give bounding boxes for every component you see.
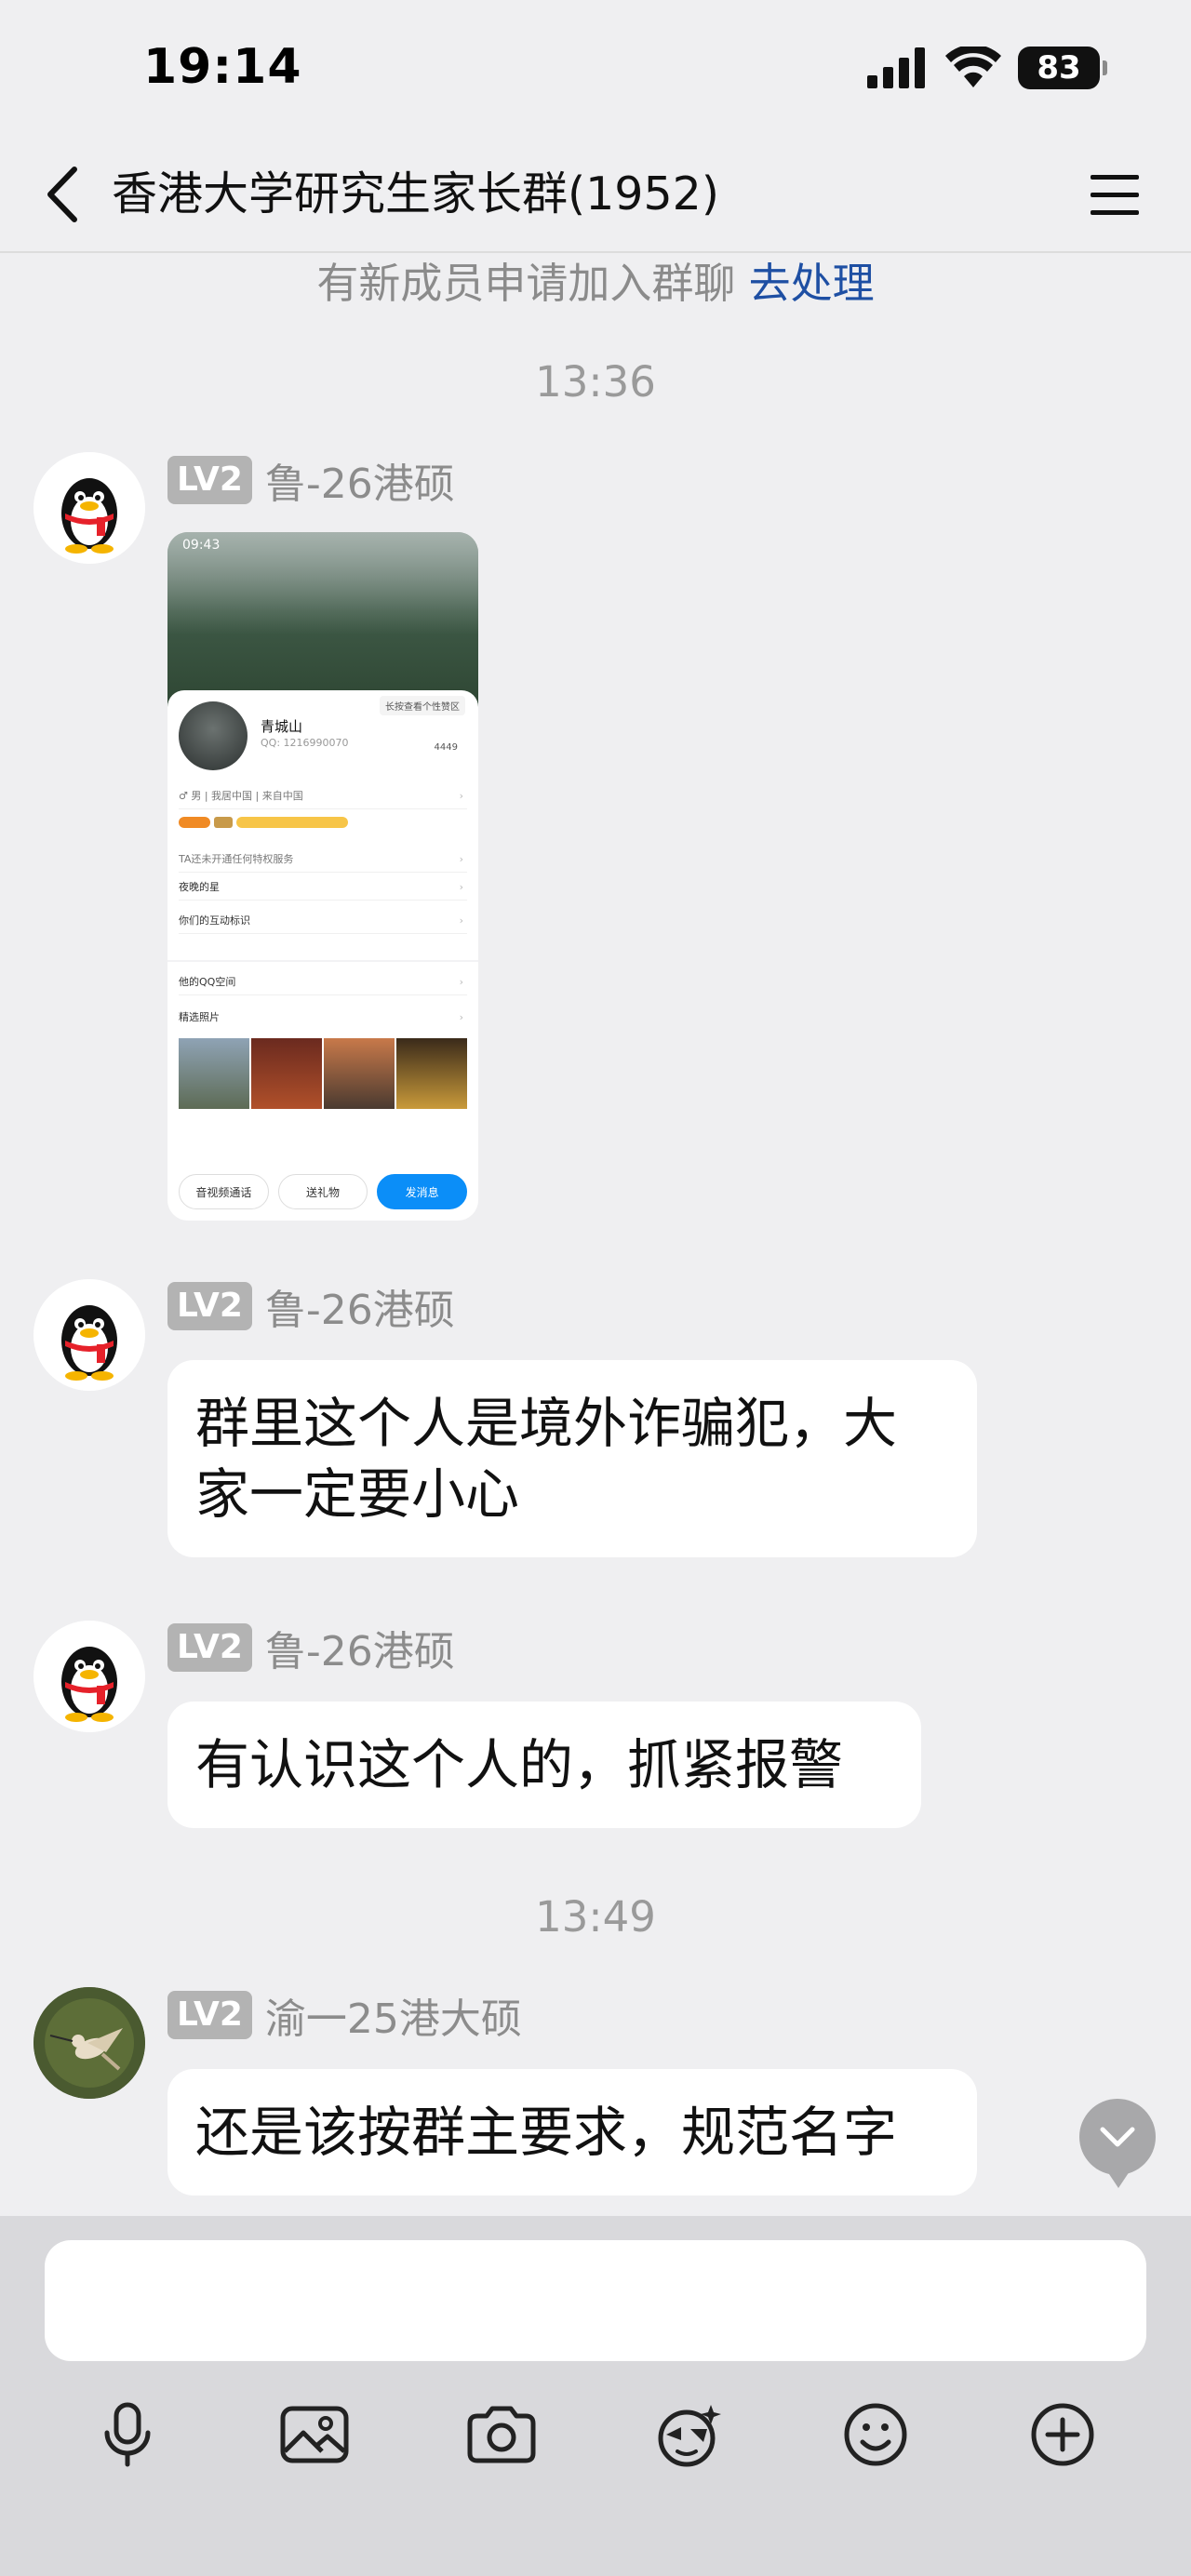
hummingbird-avatar-icon [33,1987,145,2099]
qq-penguin-avatar-icon [33,1279,145,1391]
screenshot-profile-name: 青城山 [261,718,303,735]
screenshot-row: 他的QQ空间 [179,969,467,995]
sender-name[interactable]: 渝一25港大硕 [265,1985,522,2045]
hamburger-menu-icon [1091,175,1139,215]
emoji-icon [844,2403,907,2466]
screenshot-badges [179,817,348,828]
screenshot-qq-number: QQ: 1216990070 [261,737,349,749]
screenshot-row: 夜晚的星 [179,874,467,901]
status-icons: 83 [867,47,1107,89]
screenshot-row: ♂ 男 | 我居中国 | 来自中国 [179,783,467,809]
level-badge: LV2 [167,1991,252,2039]
level-badge: LV2 [167,1623,252,1672]
sender-name[interactable]: 鲁-26港硕 [265,1618,455,1677]
message-bubble[interactable]: 有认识这个人的，抓紧报警 [167,1702,921,1828]
level-badge: LV2 [167,456,252,504]
status-time: 19:14 [143,39,302,95]
screenshot-hint: 长按查看个性赞区 [380,696,465,715]
wifi-icon [945,47,1001,87]
shared-screenshot-image[interactable]: 09:43 青城山 QQ: 1216990070 长按查看个性赞区 4449 ♂… [167,532,478,1221]
qq-penguin-avatar-icon [33,1621,145,1732]
plus-icon [1031,2403,1094,2466]
handle-request-link[interactable]: 去处理 [749,259,875,308]
input-toolbar [0,2393,1191,2495]
nav-bar: 香港大学研究生家长群(1952) [0,140,1191,253]
screenshot-avatar [179,701,248,770]
message-bubble[interactable]: 群里这个人是境外诈骗犯，大 家一定要小心 [167,1360,977,1557]
emoji-button[interactable] [834,2393,917,2476]
message-text-line: 家一定要小心 [195,1462,520,1526]
message-text: 还是该按群主要求，规范名字 [195,2101,898,2164]
chat-area[interactable]: 有新成员申请加入群聊 去处理 13:36 LV2 鲁-26港硕 09:43 青城… [0,253,1191,2216]
qq-penguin-avatar-icon [33,452,145,564]
level-badge: LV2 [167,1282,252,1330]
screenshot-row: TA还未开通任何特权服务 [179,847,467,873]
screenshot-photo-strip [179,1038,467,1109]
avatar[interactable] [33,1987,145,2099]
sender-name[interactable]: 鲁-26港硕 [265,1276,455,1336]
chevron-left-icon [47,167,77,222]
screenshot-row: 精选照片 [179,1005,467,1031]
avatar[interactable] [33,1279,145,1391]
time-separator: 13:36 [535,357,656,407]
message-text-line: 群里这个人是境外诈骗犯，大 [195,1392,898,1455]
image-button[interactable] [273,2393,356,2476]
microphone-icon [104,2402,151,2467]
screenshot-call-button: 音视频通话 [179,1174,269,1209]
sticker-icon [658,2405,721,2467]
chevron-down-icon [1100,2127,1135,2147]
status-bar: 19:14 83 [0,0,1191,140]
sender-line: LV2 鲁-26港硕 [167,1622,455,1675]
message-bubble[interactable]: 还是该按群主要求，规范名字 [167,2069,977,2196]
screenshot-profile-card: 青城山 QQ: 1216990070 长按查看个性赞区 4449 ♂ 男 | 我… [167,690,478,960]
avatar[interactable] [33,452,145,564]
message-text: 有认识这个人的，抓紧报警 [195,1733,844,1796]
message-input[interactable] [45,2240,1146,2361]
back-button[interactable] [33,162,89,227]
screenshot-gift-button: 送礼物 [277,1174,368,1209]
image-icon [280,2406,349,2463]
scroll-to-bottom-button[interactable] [1079,2099,1156,2188]
screenshot-row: 你们的互动标识 [179,908,467,934]
sender-line: LV2 鲁-26港硕 [167,454,455,508]
sender-line: LV2 渝一25港大硕 [167,1989,522,2043]
signal-icon [867,47,925,88]
time-separator: 13:49 [535,1892,656,1942]
screenshot-buttons: 音视频通话 送礼物 发消息 [179,1174,468,1209]
camera-button[interactable] [460,2393,543,2476]
join-request-text: 有新成员申请加入群聊 [316,259,736,308]
camera-icon [467,2406,536,2463]
sender-name[interactable]: 鲁-26港硕 [265,450,455,510]
battery-indicator: 83 [1018,47,1107,89]
join-request-notice: 有新成员申请加入群聊 去处理 [0,253,1191,314]
page-title: 香港大学研究生家长群(1952) [112,167,719,220]
screenshot-section: 他的QQ空间 精选照片 音视频通话 送礼物 发消息 [167,962,478,1221]
screenshot-message-button: 发消息 [377,1174,468,1209]
more-button[interactable] [1021,2393,1104,2476]
menu-button[interactable] [1087,169,1143,221]
input-bar [0,2216,1191,2576]
avatar[interactable] [33,1621,145,1732]
screenshot-cover: 09:43 [167,532,478,709]
voice-button[interactable] [86,2393,169,2476]
sender-line: LV2 鲁-26港硕 [167,1280,455,1334]
sticker-button[interactable] [647,2393,730,2476]
battery-level: 83 [1037,49,1081,87]
screenshot-status-time: 09:43 [182,538,221,553]
screenshot-likes: 4449 [434,742,458,753]
